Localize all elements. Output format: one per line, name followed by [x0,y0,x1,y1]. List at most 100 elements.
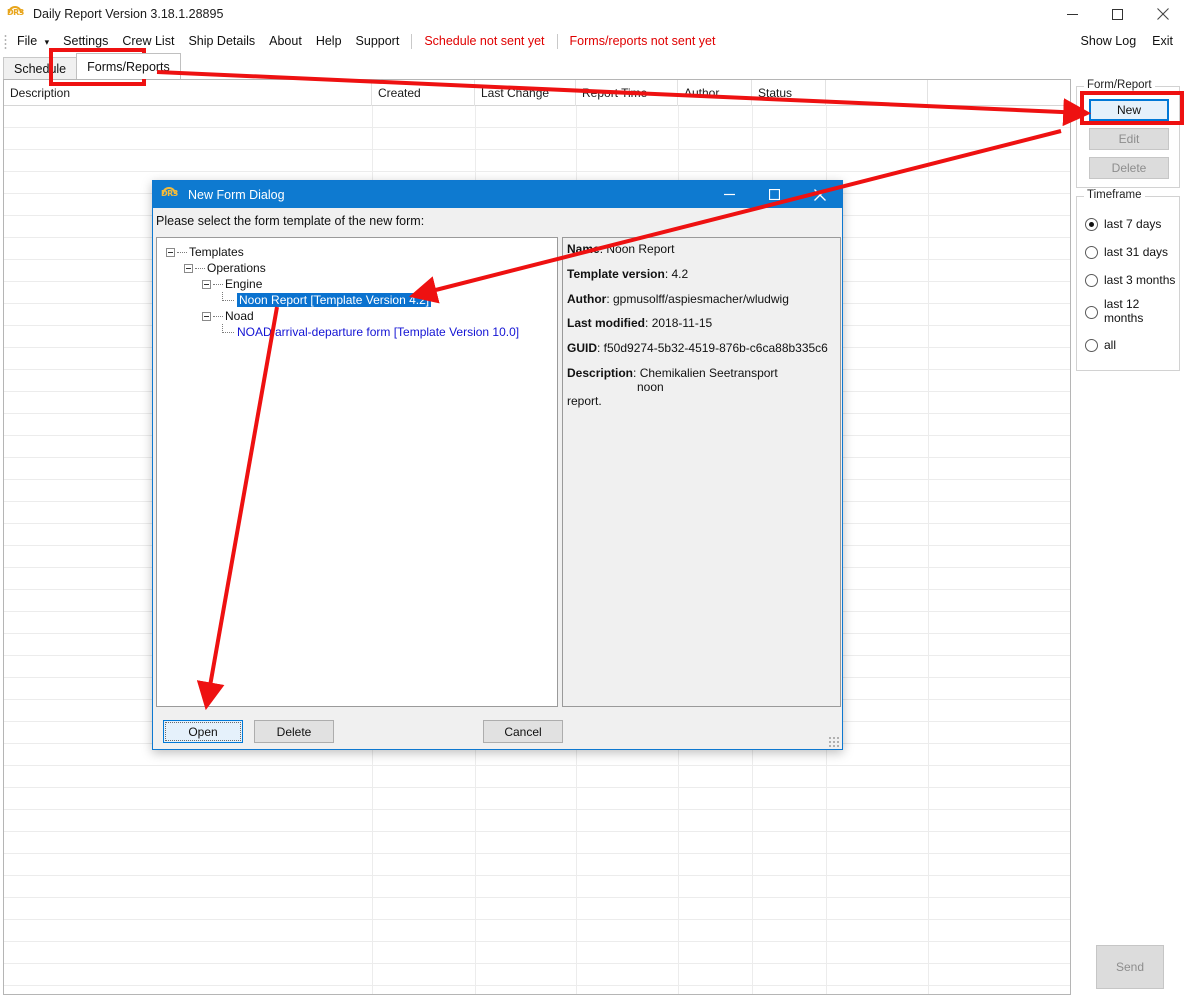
tree-node-noad-label: Noad [225,309,254,323]
application-window: DR3 Daily Report Version 3.18.1.28895 Fi… [0,0,1185,998]
radio-last-7-days[interactable]: last 7 days [1085,217,1161,231]
collapse-toggle-icon[interactable] [202,311,211,321]
collapse-toggle-icon[interactable] [202,279,211,289]
dialog-minimize-icon[interactable] [707,181,752,208]
dialog-title-bar: DR3 New Form Dialog [153,181,842,208]
grid-column-extra-2[interactable] [928,80,1070,106]
detail-guid: GUID: f50d9274-5b32-4519-876b-c6ca88b335… [567,341,828,356]
menu-bar: File ▾ Settings Crew List Ship Details A… [0,29,1185,53]
dialog-delete-button[interactable]: Delete [254,720,334,743]
template-details-pane: Name: Noon Report Template version: 4.2 … [562,237,841,707]
table-row[interactable] [4,106,1070,128]
new-form-dialog: DR3 New Form Dialog Please select the fo… [152,180,843,750]
tree-node-engine[interactable]: Engine [202,276,557,292]
menu-separator [411,33,413,49]
send-button[interactable]: Send [1096,945,1164,989]
tree-node-operations[interactable]: Operations [184,260,557,276]
radio-last-7-days-label: last 7 days [1104,217,1162,231]
timeframe-group-title: Timeframe [1084,189,1145,201]
tree-node-noon-report-label: Noon Report [Template Version 4.2] [237,293,432,307]
dialog-title: New Form Dialog [188,187,285,202]
table-row[interactable] [4,766,1070,788]
tab-forms-reports[interactable]: Forms/Reports [76,53,181,79]
status-schedule-not-sent[interactable]: Schedule not sent yet [417,32,551,50]
maximize-icon[interactable] [1095,0,1140,28]
menu-item-exit[interactable]: Exit [1144,32,1181,50]
menu-item-file-label: File [17,34,38,48]
resize-grip-icon[interactable] [828,736,839,747]
detail-author-value: gpmusolff/aspiesmacher/wludwig [613,291,789,306]
app-dr3-icon: DR3 [7,6,24,17]
delete-button[interactable]: Delete [1089,157,1169,179]
detail-author: Author: gpmusolff/aspiesmacher/wludwig [567,291,789,306]
menu-item-show-log[interactable]: Show Log [1073,32,1145,50]
tab-strip: Schedule Forms/Reports [3,53,1181,79]
grid-header-row: Description Created Last Change Report T… [4,80,1070,106]
dialog-prompt: Please select the form template of the n… [156,214,425,228]
radio-last-3-months-label: last 3 months [1104,273,1176,287]
radio-last-31-days-label: last 31 days [1104,245,1169,259]
tree-node-noad-arrival-departure[interactable]: NOAD arrival-departure form [Template Ve… [222,324,557,340]
chevron-down-icon: ▾ [44,37,50,47]
grid-column-status[interactable]: Status [752,80,826,106]
detail-description-value-1: Chemikalien Seetransport [639,365,778,380]
collapse-toggle-icon[interactable] [184,263,193,273]
menu-item-ship-details[interactable]: Ship Details [181,32,262,50]
tree-connector-icon [222,292,234,301]
tree-connector-icon [195,267,205,269]
template-tree[interactable]: Templates Operations Engine Noon Report … [156,237,558,707]
radio-indicator-icon [1085,339,1098,352]
menu-item-help[interactable]: Help [309,32,349,50]
table-row[interactable] [4,150,1070,172]
table-row[interactable] [4,986,1070,994]
tree-node-engine-label: Engine [225,277,263,291]
menu-item-support[interactable]: Support [349,32,407,50]
grid-column-extra-1[interactable] [826,80,928,106]
radio-last-31-days[interactable]: last 31 days [1085,245,1168,259]
grid-column-created[interactable]: Created [372,80,475,106]
table-row[interactable] [4,832,1070,854]
tree-node-noon-report[interactable]: Noon Report [Template Version 4.2] [222,292,557,308]
radio-last-3-months[interactable]: last 3 months [1085,273,1175,287]
radio-last-12-months[interactable]: last 12 months [1085,297,1143,326]
tree-node-noad[interactable]: Noad [202,308,557,324]
grid-column-last-change[interactable]: Last Change [475,80,576,106]
cancel-button[interactable]: Cancel [483,720,563,743]
minimize-icon[interactable] [1050,0,1095,28]
detail-description-label: Description [567,365,634,380]
detail-name-label: Name [567,242,600,256]
table-row[interactable] [4,898,1070,920]
open-button[interactable]: Open [163,720,243,743]
template-tree-list: Templates Operations Engine Noon Report … [157,238,557,340]
dialog-button-row: Open Delete Cancel [153,713,844,751]
table-row[interactable] [4,920,1070,942]
table-row[interactable] [4,788,1070,810]
detail-template-version-label: Template version [567,266,665,281]
tree-node-templates[interactable]: Templates [166,244,557,260]
detail-name-value: Noon Report [606,242,675,256]
detail-last-modified-label: Last modified [567,316,646,331]
tree-connector-icon [213,315,223,317]
table-row[interactable] [4,942,1070,964]
collapse-toggle-icon[interactable] [166,247,175,257]
timeframe-groupbox: Timeframe last 7 days last 31 days last … [1076,189,1180,371]
table-row[interactable] [4,810,1070,832]
status-forms-not-sent[interactable]: Forms/reports not sent yet [563,32,723,50]
dialog-maximize-icon[interactable] [752,181,797,208]
grid-column-report-time[interactable]: Report Time [576,80,678,106]
radio-all[interactable]: all [1085,338,1116,352]
detail-name: Name: Noon Report [567,242,675,256]
dialog-close-icon[interactable] [797,181,842,208]
title-bar: DR3 Daily Report Version 3.18.1.28895 [0,0,1185,28]
table-row[interactable] [4,854,1070,876]
table-row[interactable] [4,964,1070,986]
table-row[interactable] [4,128,1070,150]
table-row[interactable] [4,876,1070,898]
detail-description-value-2: noon [637,379,664,394]
close-icon[interactable] [1140,0,1185,28]
menu-item-about[interactable]: About [262,32,309,50]
edit-button[interactable]: Edit [1089,128,1169,150]
grid-column-author[interactable]: Author [678,80,752,106]
radio-indicator-icon [1085,246,1098,259]
right-sidebar: Form/Report New Edit Delete Timeframe la… [1076,79,1182,995]
